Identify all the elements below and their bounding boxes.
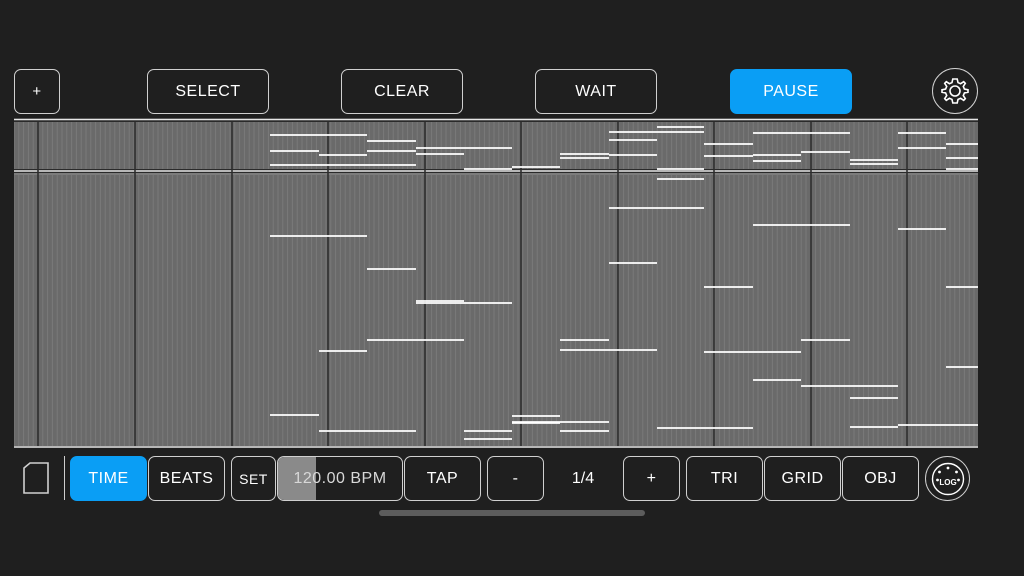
set-button[interactable]: SET <box>231 456 276 501</box>
clear-label: CLEAR <box>374 82 430 100</box>
bpm-value: 120.00 BPM <box>293 469 387 487</box>
gear-icon <box>941 78 969 104</box>
pause-button[interactable]: PAUSE <box>730 69 852 114</box>
midi-log-button[interactable]: LOG <box>925 456 970 501</box>
division-label: 1/4 <box>571 469 595 487</box>
select-label: SELECT <box>175 82 241 100</box>
pause-label: PAUSE <box>763 82 819 100</box>
division-decrease-button[interactable]: - <box>487 456 544 501</box>
minus-label: - <box>512 469 519 487</box>
obj-label: OBJ <box>864 469 897 487</box>
wait-label: WAIT <box>575 82 617 100</box>
document-icon <box>23 462 49 494</box>
tri-button[interactable]: TRI <box>686 456 763 501</box>
time-label: TIME <box>88 469 129 487</box>
beats-label: BEATS <box>159 469 214 487</box>
plus-label: + <box>646 469 657 487</box>
home-indicator <box>379 510 645 516</box>
grid-button[interactable]: GRID <box>764 456 841 501</box>
settings-button[interactable] <box>932 68 978 114</box>
add-button[interactable]: + <box>14 69 60 114</box>
division-increase-button[interactable]: + <box>623 456 680 501</box>
file-button[interactable] <box>20 460 52 496</box>
tri-label: TRI <box>710 469 739 487</box>
obj-button[interactable]: OBJ <box>842 456 919 501</box>
add-label: + <box>32 83 42 100</box>
select-button[interactable]: SELECT <box>147 69 269 114</box>
note-grid[interactable] <box>14 118 978 448</box>
toolbar-divider <box>64 456 65 500</box>
division-value: 1/4 <box>553 456 613 501</box>
bpm-slider[interactable]: 120.00 BPM <box>277 456 403 501</box>
beats-mode-button[interactable]: BEATS <box>148 456 225 501</box>
set-label: SET <box>239 470 268 487</box>
midi-log-icon: LOG <box>931 462 964 495</box>
wait-button[interactable]: WAIT <box>535 69 657 114</box>
tap-label: TAP <box>426 469 459 487</box>
tap-button[interactable]: TAP <box>404 456 481 501</box>
log-text: LOG <box>939 478 956 487</box>
time-mode-button[interactable]: TIME <box>70 456 147 501</box>
grid-label: GRID <box>781 469 824 487</box>
clear-button[interactable]: CLEAR <box>341 69 463 114</box>
